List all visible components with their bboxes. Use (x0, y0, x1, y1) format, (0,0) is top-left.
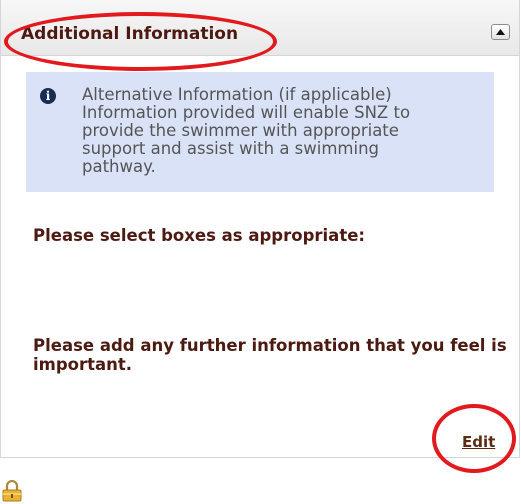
info-box: i Alternative Information (if applicable… (26, 72, 494, 192)
triangle-up-icon (496, 29, 505, 35)
edit-link[interactable]: Edit (462, 433, 495, 451)
info-icon: i (40, 88, 56, 104)
page: Additional Information i Alternative Inf… (0, 0, 521, 504)
info-line: support and assist with a swimming (82, 139, 380, 158)
additional-information-panel: Additional Information i Alternative Inf… (0, 0, 520, 458)
info-line: provide the swimmer with appropriate (82, 121, 399, 140)
info-line: Alternative Information (if applicable) (82, 85, 392, 104)
info-text: Alternative Information (if applicable) … (82, 86, 482, 176)
padlock-icon (2, 480, 22, 502)
panel-header: Additional Information (1, 0, 519, 56)
info-line: Information provided will enable SNZ to (82, 103, 411, 122)
panel-title: Additional Information (21, 24, 239, 44)
further-info-prompt: Please add any further information that … (33, 336, 507, 374)
info-line: pathway. (82, 157, 156, 176)
select-boxes-prompt: Please select boxes as appropriate: (33, 226, 365, 245)
collapse-button[interactable] (491, 24, 510, 40)
